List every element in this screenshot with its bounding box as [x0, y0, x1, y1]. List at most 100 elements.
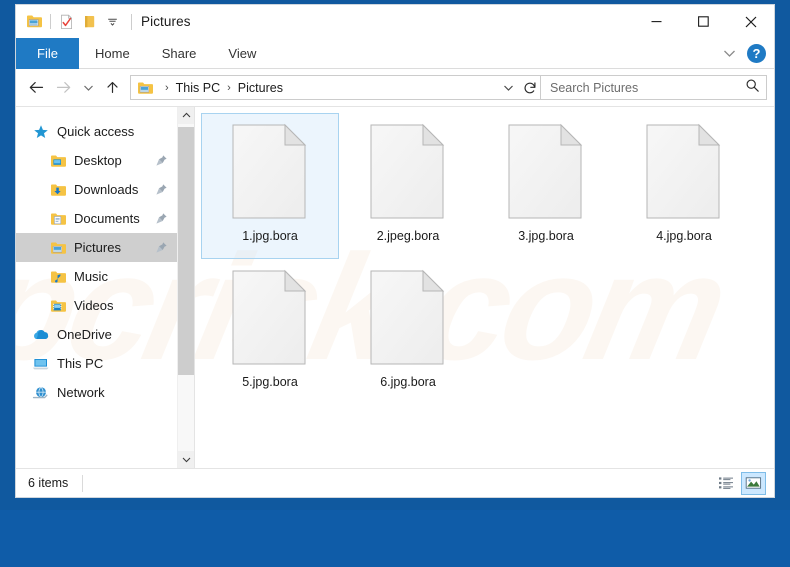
- file-item[interactable]: 2.jpeg.bora: [339, 113, 477, 259]
- details-view-button[interactable]: [713, 472, 738, 495]
- sidebar-label: Videos: [74, 298, 114, 313]
- address-bar: › This PC › Pictures: [16, 69, 774, 106]
- desktop-background: Pictures: [0, 0, 790, 510]
- file-name: 1.jpg.bora: [242, 229, 298, 243]
- sidebar-item-downloads[interactable]: Downloads: [16, 175, 177, 204]
- navigation-pane: Quick access Desktop: [16, 107, 195, 468]
- network-icon: [32, 384, 50, 401]
- file-item[interactable]: 3.jpg.bora: [477, 113, 615, 259]
- navigation-scrollbar[interactable]: [177, 107, 194, 468]
- search-icon[interactable]: [745, 78, 760, 98]
- sidebar-label: OneDrive: [57, 327, 112, 342]
- blank-document-icon: [645, 123, 723, 220]
- sidebar-item-quick-access[interactable]: Quick access: [16, 117, 177, 146]
- pin-icon[interactable]: [155, 241, 168, 254]
- scrollbar-thumb[interactable]: [178, 127, 194, 375]
- large-icons-view-button[interactable]: [741, 472, 766, 495]
- recent-locations-dropdown[interactable]: [77, 75, 99, 101]
- sidebar-label: Downloads: [74, 182, 138, 197]
- file-item[interactable]: 6.jpg.bora: [339, 259, 477, 405]
- sidebar-item-documents[interactable]: Documents: [16, 204, 177, 233]
- title-separator: [131, 14, 132, 30]
- search-input[interactable]: [550, 81, 745, 95]
- tab-file[interactable]: File: [16, 38, 79, 69]
- file-item[interactable]: 1.jpg.bora: [201, 113, 339, 259]
- sidebar-label: Desktop: [74, 153, 122, 168]
- navigation-list: Quick access Desktop: [16, 107, 177, 468]
- tab-share[interactable]: Share: [146, 38, 213, 69]
- search-box[interactable]: [541, 75, 767, 100]
- window-title: Pictures: [141, 14, 191, 29]
- sidebar-item-this-pc[interactable]: This PC: [16, 349, 177, 378]
- file-name: 3.jpg.bora: [518, 229, 574, 243]
- sidebar-label: Documents: [74, 211, 140, 226]
- breadcrumb-pictures-folder-icon: [136, 79, 154, 96]
- blank-document-icon: [369, 269, 447, 366]
- breadcrumb-end-controls: [498, 76, 540, 99]
- blank-document-icon: [231, 269, 309, 366]
- pin-icon[interactable]: [155, 212, 168, 225]
- this-pc-icon: [32, 355, 50, 372]
- up-button[interactable]: [99, 75, 126, 101]
- folder-pictures-icon: [49, 239, 67, 256]
- quick-access-toolbar: [16, 10, 124, 33]
- checkmark-document-icon[interactable]: [55, 10, 78, 33]
- tab-view[interactable]: View: [212, 38, 272, 69]
- back-button[interactable]: [23, 75, 50, 101]
- breadcrumb-pictures[interactable]: Pictures: [235, 81, 286, 95]
- blank-document-icon: [507, 123, 585, 220]
- window-controls: [633, 5, 774, 38]
- status-bar: 6 items: [16, 468, 774, 497]
- folder-desktop-icon: [49, 152, 67, 169]
- file-name: 5.jpg.bora: [242, 375, 298, 389]
- file-name: 6.jpg.bora: [380, 375, 436, 389]
- breadcrumb-separator-1: ›: [161, 82, 173, 94]
- file-name: 4.jpg.bora: [656, 229, 712, 243]
- status-separator: [82, 475, 83, 492]
- item-count-label: 6 items: [28, 476, 68, 490]
- sidebar-label: This PC: [57, 356, 103, 371]
- scroll-up-button[interactable]: [178, 107, 194, 124]
- pin-icon[interactable]: [155, 183, 168, 196]
- sidebar-item-videos[interactable]: Videos: [16, 291, 177, 320]
- forward-button[interactable]: [50, 75, 77, 101]
- folder-downloads-icon: [49, 181, 67, 198]
- scroll-down-button[interactable]: [178, 451, 194, 468]
- sidebar-item-pictures[interactable]: Pictures: [16, 233, 177, 262]
- blank-document-icon: [231, 123, 309, 220]
- file-item[interactable]: 5.jpg.bora: [201, 259, 339, 405]
- help-button[interactable]: ?: [747, 44, 766, 63]
- tab-home[interactable]: Home: [79, 38, 146, 69]
- pin-icon[interactable]: [155, 154, 168, 167]
- sidebar-item-music[interactable]: Music: [16, 262, 177, 291]
- file-explorer-window: Pictures: [16, 5, 774, 497]
- new-folder-icon[interactable]: [78, 10, 101, 33]
- minimize-button[interactable]: [633, 5, 680, 38]
- file-list-pane[interactable]: 1.jpg.bora 2.jpeg.bora: [195, 107, 774, 468]
- title-bar: Pictures: [16, 5, 774, 38]
- breadcrumb[interactable]: › This PC › Pictures: [130, 75, 541, 100]
- file-grid: 1.jpg.bora 2.jpeg.bora: [201, 113, 774, 405]
- toolbar-separator-1: [50, 14, 51, 29]
- sidebar-label: Pictures: [74, 240, 121, 255]
- folder-music-icon: [49, 268, 67, 285]
- maximize-button[interactable]: [680, 5, 727, 38]
- pictures-folder-properties-icon[interactable]: [23, 10, 46, 33]
- refresh-icon[interactable]: [519, 76, 540, 99]
- scrollbar-track[interactable]: [178, 124, 194, 451]
- ribbon-right-controls: ?: [716, 38, 774, 68]
- file-name: 2.jpeg.bora: [377, 229, 440, 243]
- sidebar-item-onedrive[interactable]: OneDrive: [16, 320, 177, 349]
- sidebar-item-network[interactable]: Network: [16, 378, 177, 407]
- collapse-ribbon-chevron-icon[interactable]: [716, 42, 742, 64]
- breadcrumb-this-pc[interactable]: This PC: [173, 81, 223, 95]
- address-history-dropdown-icon[interactable]: [498, 76, 519, 99]
- sidebar-item-desktop[interactable]: Desktop: [16, 146, 177, 175]
- sidebar-label: Network: [57, 385, 105, 400]
- file-item[interactable]: 4.jpg.bora: [615, 113, 753, 259]
- ribbon-tab-bar: File Home Share View ?: [16, 38, 774, 69]
- star-icon: [32, 123, 50, 140]
- close-button[interactable]: [727, 5, 774, 38]
- folder-videos-icon: [49, 297, 67, 314]
- customize-toolbar-dropdown[interactable]: [101, 10, 124, 33]
